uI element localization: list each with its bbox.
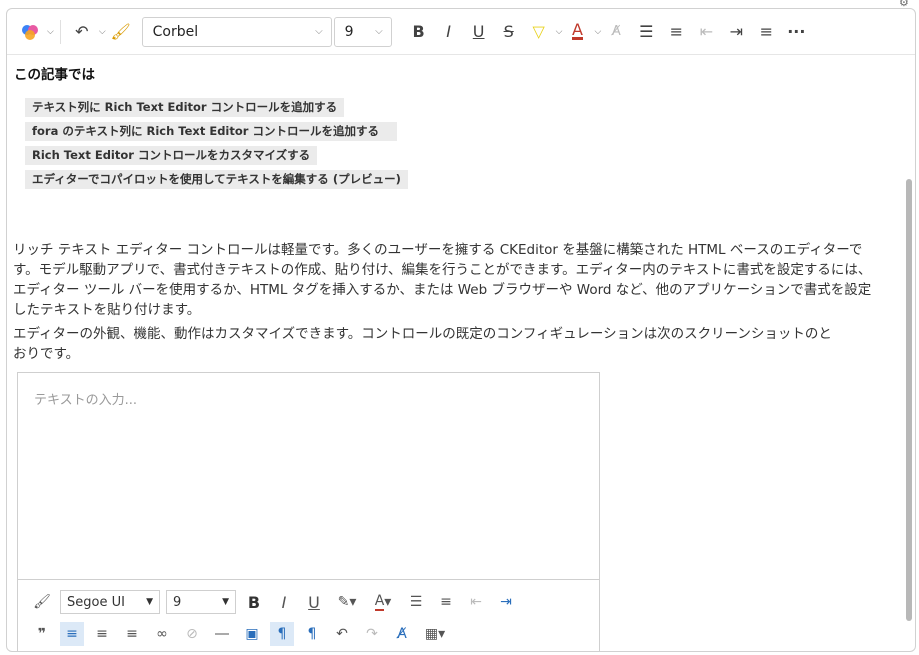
- numbered-list-icon: ≡: [669, 22, 684, 41]
- quote-icon[interactable]: ❞: [30, 622, 54, 646]
- vertical-scrollbar[interactable]: [906, 179, 912, 621]
- bullet-list-icon[interactable]: ☰: [404, 590, 428, 614]
- format-painter-button[interactable]: 🖌: [106, 17, 136, 47]
- decrease-indent-button[interactable]: ⇤: [691, 17, 721, 47]
- editor-toolbar-row: ❞ ≡ ≡ ≡ ∞ ⊘ ― ▣ ¶ ¶ ↶ ↷ A̸ ▦▾: [30, 620, 456, 648]
- image-icon[interactable]: ▣: [240, 622, 264, 646]
- table-icon[interactable]: ▦▾: [420, 622, 450, 646]
- indent-icon[interactable]: ⇥: [494, 590, 518, 614]
- paragraph-1: リッチ テキスト エディター コントロールは軽量です。多くのユーザーを擁する C…: [13, 242, 872, 318]
- strikethrough-label: S: [503, 22, 514, 41]
- clear-format-icon[interactable]: A̸: [390, 622, 414, 646]
- increase-indent-button[interactable]: ⇥: [721, 17, 751, 47]
- corner-icon: ⚙: [899, 0, 909, 9]
- editor-bold-label: B: [247, 592, 261, 612]
- editor-placeholder: テキストの入力...: [34, 393, 138, 408]
- toc-item[interactable]: fora のテキスト列に Rich Text Editor コントロールを追加す…: [25, 122, 397, 141]
- italic-button[interactable]: I: [434, 17, 464, 47]
- toc-item[interactable]: Rich Text Editor コントロールをカスタマイズする: [25, 146, 318, 165]
- format-painter-icon[interactable]: 🖌: [30, 590, 54, 614]
- caret-down-icon: ▼: [222, 597, 229, 607]
- outdent-icon[interactable]: ⇤: [464, 590, 488, 614]
- editor-italic-label: I: [281, 592, 287, 612]
- copilot-icon: [22, 24, 38, 40]
- chevron-down-icon[interactable]: ⌵: [594, 27, 601, 37]
- numbered-list-button[interactable]: ≡: [661, 17, 691, 47]
- horizontal-line-icon[interactable]: ―: [210, 622, 234, 646]
- underline-button[interactable]: U: [464, 17, 494, 47]
- decrease-indent-icon: ⇤: [699, 22, 714, 41]
- toc-item[interactable]: エディターでコパイロットを使用してテキストを編集する (プレビュー): [25, 170, 408, 189]
- font-size-value: 9: [344, 23, 354, 40]
- highlight-icon: ▽: [532, 22, 545, 41]
- clear-format-icon: A̸: [611, 24, 621, 39]
- underline-label: U: [472, 22, 485, 41]
- unlink-icon[interactable]: ⊘: [180, 622, 204, 646]
- ltr-icon[interactable]: ¶: [270, 622, 294, 646]
- paragraph-2: エディターの外観、機能、動作はカスタマイズできます。コントロールの既定のコンフィ…: [13, 326, 832, 362]
- more-icon: ···: [787, 22, 806, 41]
- link-icon[interactable]: ∞: [150, 622, 174, 646]
- editor-toolbar: 🖌 Segoe UI ▼ 9 ▼ B I U ✎▾ A ▾ ☰ ≡ ⇤ ⇥ ❞ …: [18, 579, 599, 651]
- align-icon: ≡: [759, 22, 774, 41]
- highlight-icon[interactable]: ✎▾: [332, 590, 362, 614]
- font-size-select[interactable]: 9 ⌵: [333, 16, 392, 47]
- align-center-icon[interactable]: ≡: [90, 622, 114, 646]
- font-name-select[interactable]: Corbel ⌵: [141, 16, 332, 47]
- main-toolbar: ⌵ ↶ ⌵ 🖌 Corbel ⌵ 9 ⌵ B I U S ▽ ⌵ A ⌵ A̸ …: [7, 9, 915, 55]
- editor-underline-button[interactable]: U: [302, 590, 326, 614]
- italic-label: I: [446, 22, 452, 41]
- bullet-list-icon: ☰: [639, 22, 654, 41]
- rtl-icon[interactable]: ¶: [300, 622, 324, 646]
- font-color-icon[interactable]: A ▾: [368, 590, 398, 614]
- undo-icon: ↶: [75, 22, 89, 41]
- toc-list: テキスト列に Rich Text Editor コントロールを追加する fora…: [25, 96, 408, 192]
- chevron-down-icon[interactable]: ⌵: [99, 27, 106, 37]
- editor-bold-button[interactable]: B: [242, 590, 266, 614]
- rich-text-editor-frame: ⌵ ↶ ⌵ 🖌 Corbel ⌵ 9 ⌵ B I U S ▽ ⌵ A ⌵ A̸ …: [6, 8, 916, 652]
- copilot-button[interactable]: [15, 17, 45, 47]
- highlight-button[interactable]: ▽: [524, 17, 554, 47]
- editor-size-value: 9: [173, 594, 182, 610]
- strikethrough-button[interactable]: S: [494, 17, 524, 47]
- redo-icon[interactable]: ↷: [360, 622, 384, 646]
- font-color-icon: A: [572, 20, 583, 40]
- article-heading: この記事では: [14, 67, 95, 83]
- editor-screenshot: テキストの入力... 🖌 Segoe UI ▼ 9 ▼ B I U ✎▾ A ▾…: [17, 372, 600, 651]
- chevron-down-icon[interactable]: ⌵: [47, 27, 54, 37]
- align-left-icon[interactable]: ≡: [60, 622, 84, 646]
- toc-item[interactable]: テキスト列に Rich Text Editor コントロールを追加する: [25, 98, 345, 117]
- chevron-down-icon: ⌵: [375, 26, 383, 37]
- editor-size-select[interactable]: 9 ▼: [166, 590, 236, 614]
- align-button[interactable]: ≡: [751, 17, 781, 47]
- format-painter-icon: 🖌: [110, 22, 131, 41]
- editor-content[interactable]: この記事では テキスト列に Rich Text Editor コントロールを追加…: [7, 56, 903, 651]
- numbered-list-icon[interactable]: ≡: [434, 590, 458, 614]
- increase-indent-icon: ⇥: [729, 22, 744, 41]
- bold-button[interactable]: B: [404, 17, 434, 47]
- undo-icon[interactable]: ↶: [330, 622, 354, 646]
- bold-label: B: [412, 22, 425, 41]
- editor-toolbar-row: 🖌 Segoe UI ▼ 9 ▼ B I U ✎▾ A ▾ ☰ ≡ ⇤ ⇥: [30, 588, 524, 616]
- editor-italic-button[interactable]: I: [272, 590, 296, 614]
- editor-font-select[interactable]: Segoe UI ▼: [60, 590, 160, 614]
- caret-down-icon: ▼: [146, 597, 153, 607]
- editor-underline-label: U: [308, 592, 320, 612]
- font-color-button[interactable]: A: [562, 17, 592, 47]
- font-name-value: Corbel: [152, 23, 199, 40]
- chevron-down-icon: ⌵: [315, 26, 323, 37]
- align-right-icon[interactable]: ≡: [120, 622, 144, 646]
- bullet-list-button[interactable]: ☰: [631, 17, 661, 47]
- editor-font-value: Segoe UI: [67, 594, 125, 610]
- chevron-down-icon[interactable]: ⌵: [556, 27, 563, 37]
- more-options-button[interactable]: ···: [781, 17, 811, 47]
- undo-button[interactable]: ↶: [67, 17, 97, 47]
- divider: [59, 19, 61, 44]
- clear-format-button[interactable]: A̸: [601, 17, 631, 47]
